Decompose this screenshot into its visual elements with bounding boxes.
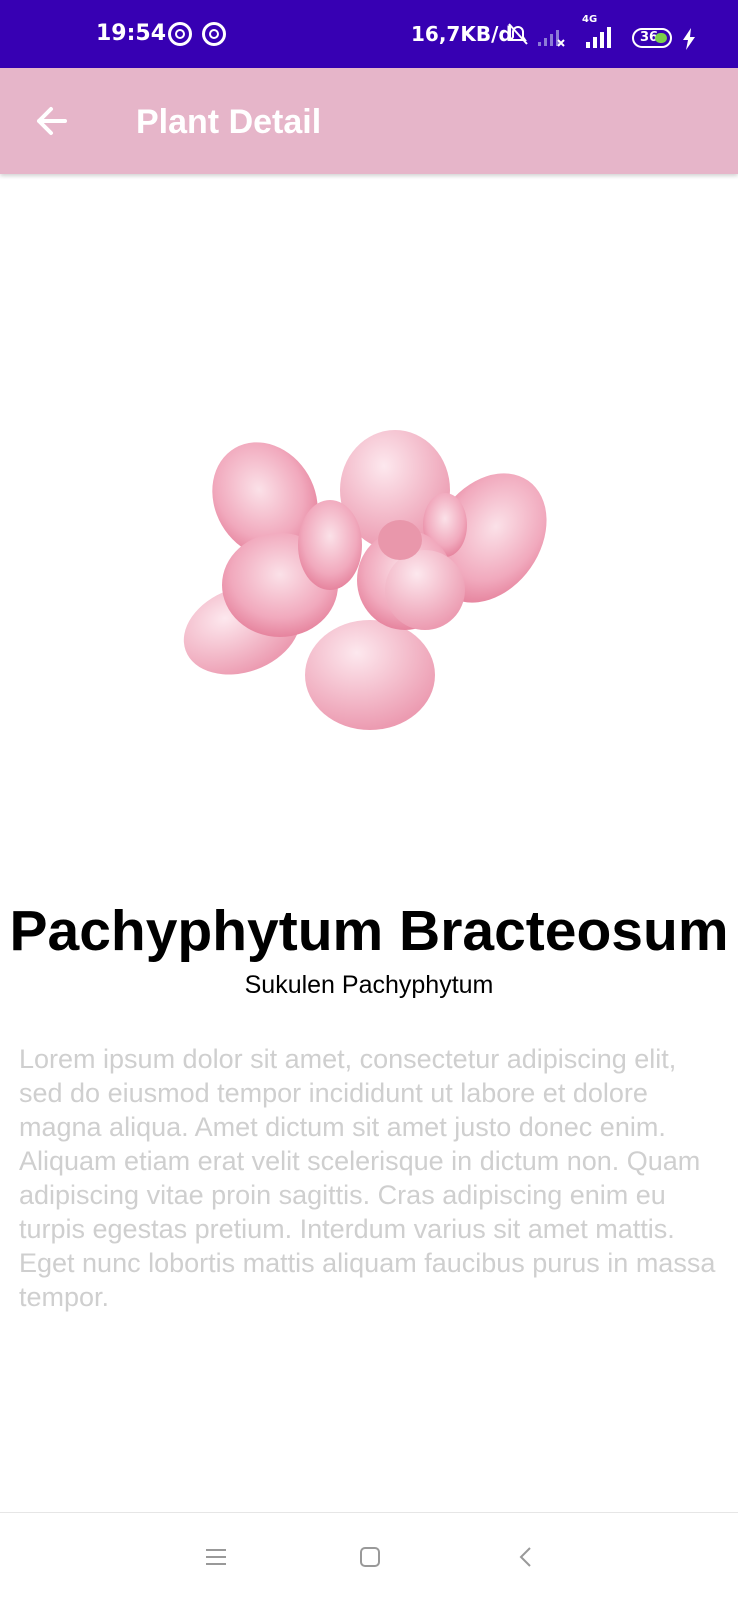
status-bar: 19:54 16,7KB/d 4G 36 xyxy=(0,0,738,68)
succulent-illustration xyxy=(183,430,547,730)
plant-category: Sukulen Pachyphytum xyxy=(244,971,494,999)
plant-name: Pachyphytum Bracteosum xyxy=(9,899,729,963)
back-icon[interactable] xyxy=(506,1537,546,1577)
menu-icon[interactable] xyxy=(196,1537,236,1577)
signal-icon xyxy=(586,27,611,48)
charging-icon xyxy=(683,28,695,50)
bell-off-icon xyxy=(508,23,528,45)
battery-icon: 36 xyxy=(632,28,672,48)
back-button[interactable] xyxy=(28,97,76,145)
status-time: 19:54 xyxy=(96,21,167,46)
network-speed: 16,7KB/d xyxy=(411,22,513,46)
signal-icon xyxy=(538,30,565,47)
sync-icon xyxy=(168,22,192,46)
home-icon[interactable] xyxy=(350,1537,390,1577)
sync-icon xyxy=(202,22,226,46)
app-bar: Plant Detail xyxy=(0,68,738,174)
page-title: Plant Detail xyxy=(136,103,322,141)
arrow-left-icon xyxy=(37,107,67,135)
plant-description: Lorem ipsum dolor sit amet, consectetur … xyxy=(19,1044,716,1312)
system-nav-bar xyxy=(0,1512,738,1601)
